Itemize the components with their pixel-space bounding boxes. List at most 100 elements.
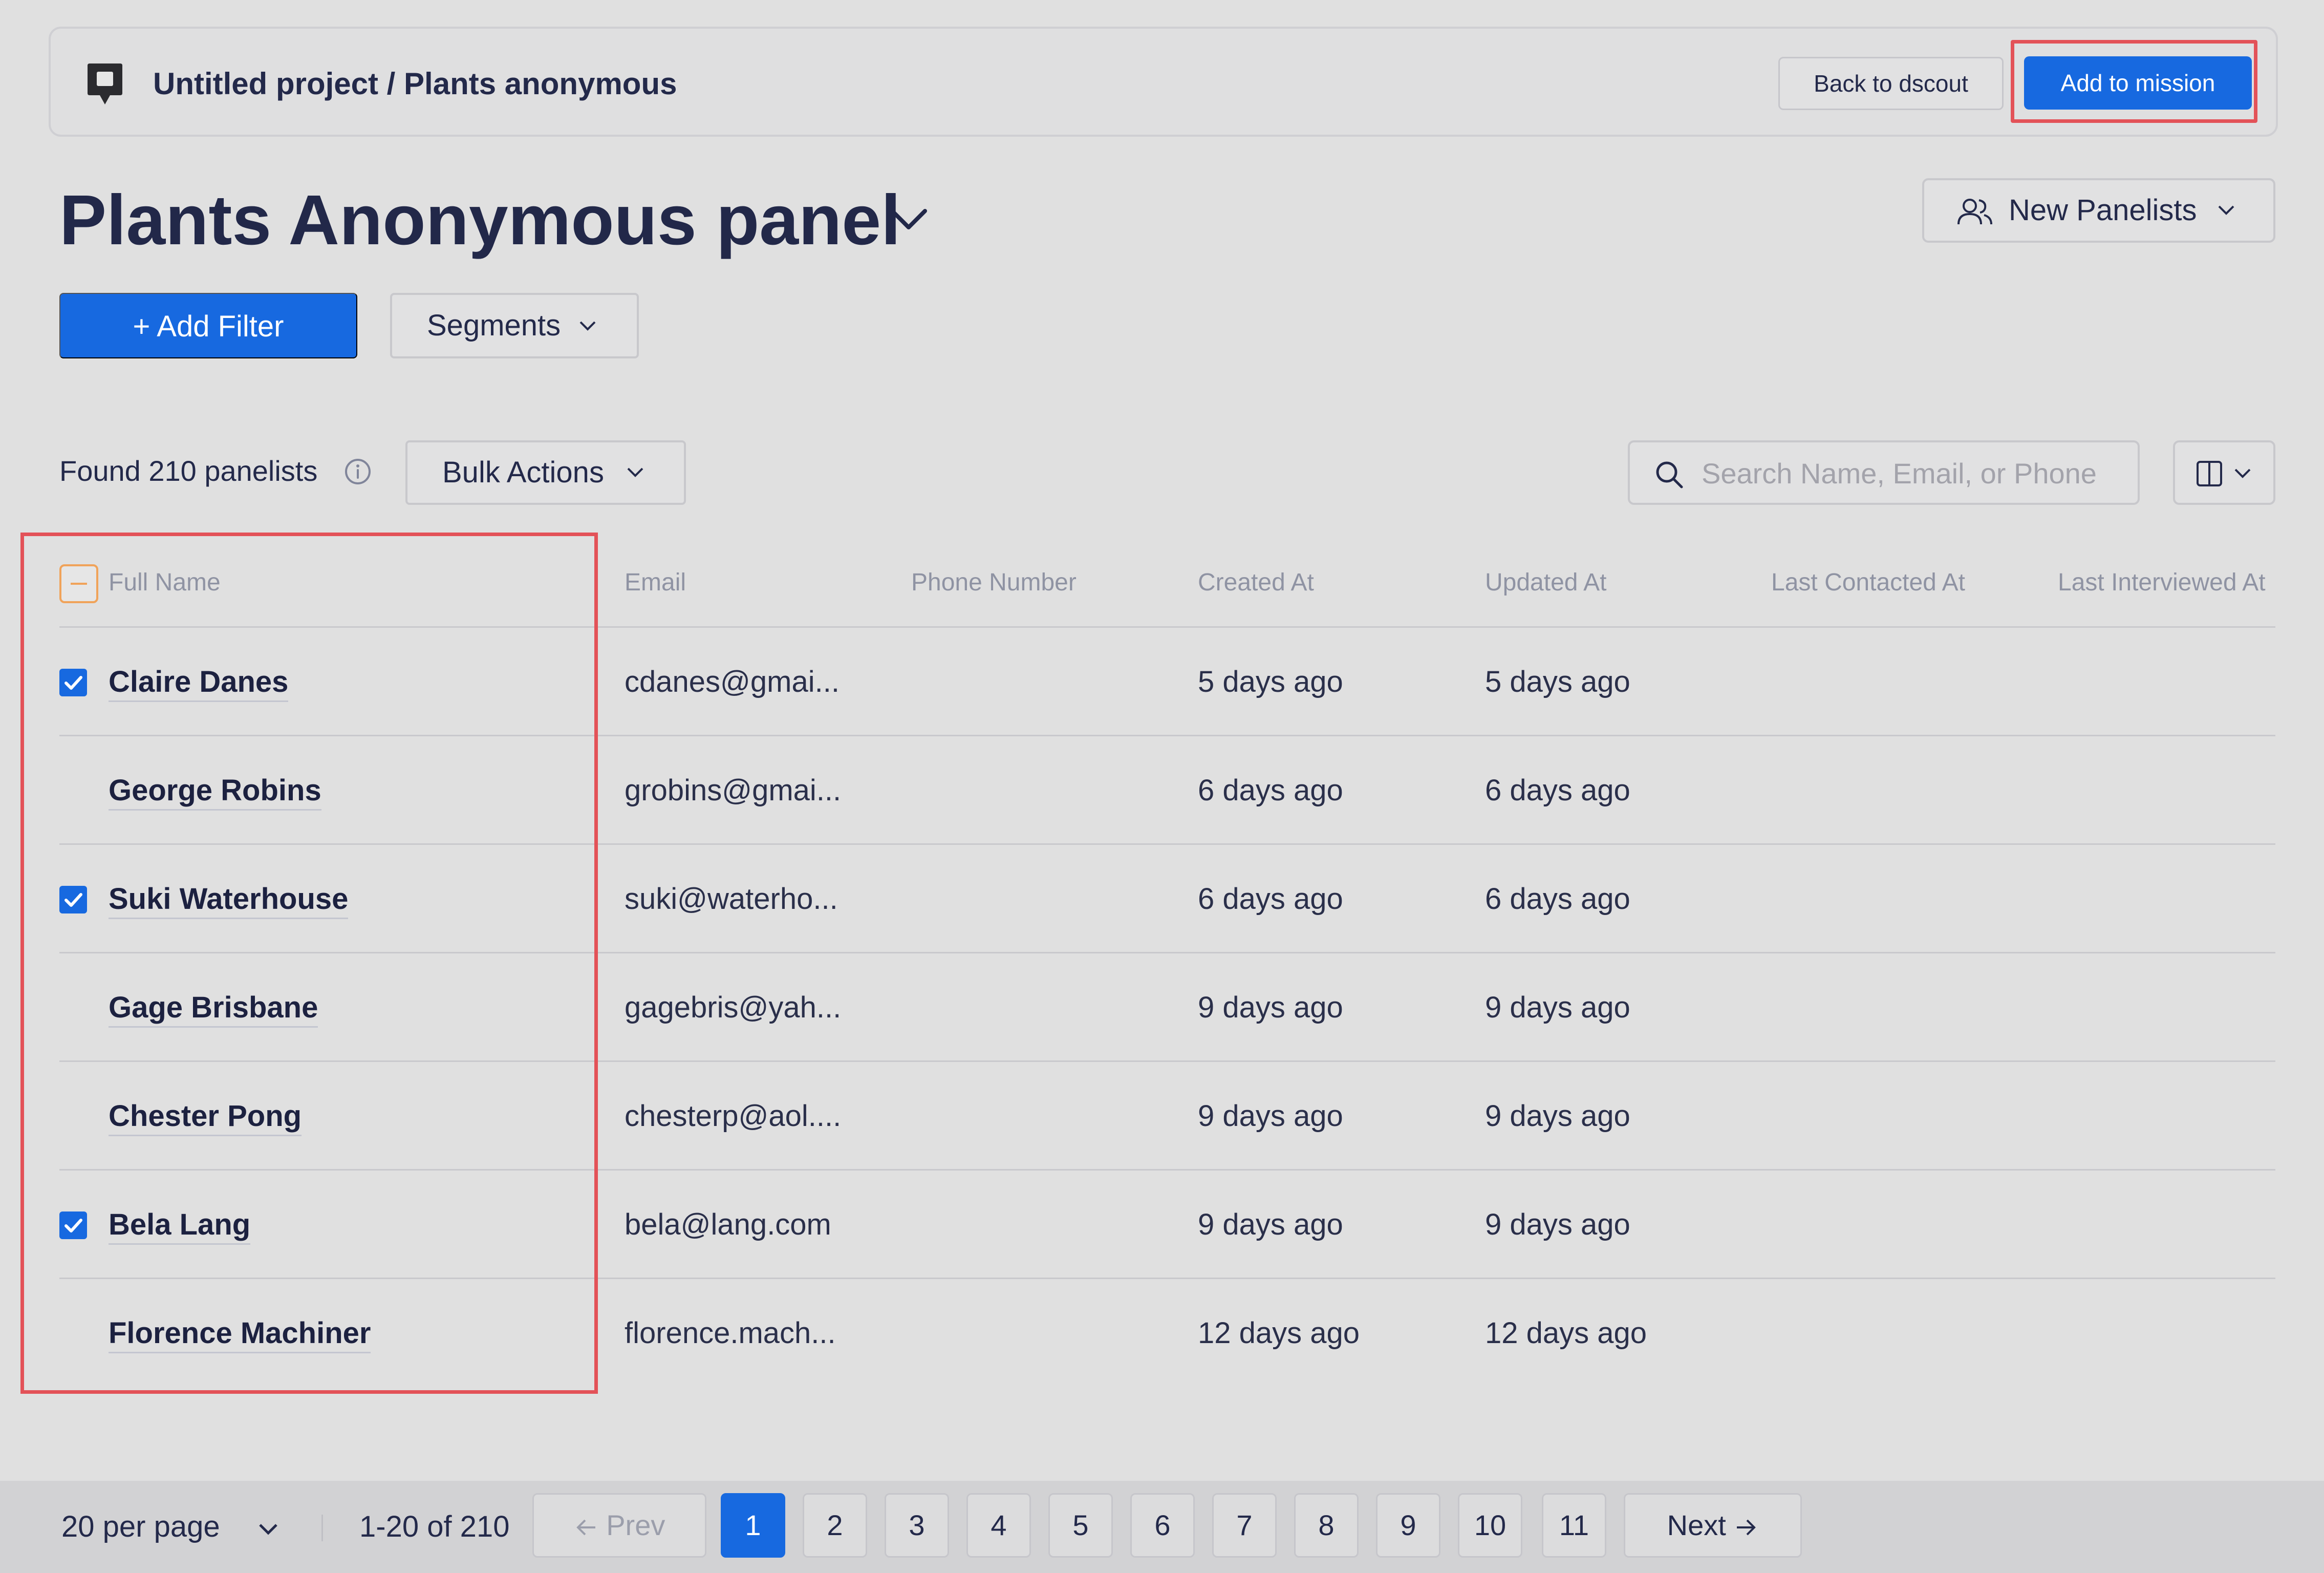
panelist-name-link[interactable]: Florence Machiner [109,1279,371,1388]
updated-at: 9 days ago [1485,1099,1630,1133]
bulk-actions-dropdown[interactable]: Bulk Actions [405,440,686,505]
table-row[interactable]: Chester Pong chesterp@aol.... 9 days ago 9 … [59,1062,2275,1171]
page-button-9[interactable]: 9 [1376,1493,1440,1558]
bulk-actions-label: Bulk Actions [442,456,604,489]
divider [321,1515,323,1541]
page-button-6[interactable]: 6 [1130,1493,1195,1558]
search-icon [1656,461,1683,488]
new-panelists-button[interactable]: New Panelists [1922,178,2275,243]
chevron-down-icon[interactable] [257,1522,279,1536]
panelist-name: Claire Danes [109,665,289,702]
columns-icon [2197,461,2222,486]
panelist-name-link[interactable]: Suki Waterhouse [109,845,349,953]
prev-label: Prev [606,1509,665,1541]
panelist-email: chesterp@aol.... [625,1099,842,1133]
top-bar: Untitled project / Plants anonymous Back… [49,27,2278,137]
panelist-name-link[interactable]: Chester Pong [109,1062,302,1171]
panelist-email: cdanes@gmai... [625,665,840,698]
page-button-2[interactable]: 2 [803,1493,867,1558]
page-button-10[interactable]: 10 [1458,1493,1522,1558]
panelist-name-link[interactable]: Bela Lang [109,1171,251,1279]
next-label: Next [1667,1509,1726,1541]
search-box [1628,440,2140,505]
page-button-7[interactable]: 7 [1212,1493,1277,1558]
column-header-email[interactable]: Email [625,553,880,628]
row-checkbox-checked[interactable] [59,669,87,696]
page-title: Plants Anonymous panel [59,181,901,260]
row-checkbox-checked[interactable] [59,1211,87,1239]
created-at: 9 days ago [1198,1208,1343,1241]
checkmark-icon [64,676,82,690]
page-button-11[interactable]: 11 [1542,1493,1606,1558]
table-header: Full Name Email Phone Number Created At … [59,553,2275,628]
column-header-full-name[interactable]: Full Name [109,553,569,628]
created-at: 9 days ago [1198,1099,1343,1133]
table-row[interactable]: Suki Waterhouse suki@waterho... 6 days ago… [59,845,2275,953]
page-button-4[interactable]: 4 [966,1493,1031,1558]
panelist-name-link[interactable]: Claire Danes [109,628,289,736]
segments-label: Segments [427,309,561,342]
column-header-last-contacted[interactable]: Last Contacted At [1771,553,2027,628]
page-range-text: 1-20 of 210 [359,1510,510,1543]
created-at: 12 days ago [1198,1316,1360,1350]
updated-at: 9 days ago [1485,991,1630,1024]
column-header-updated-at[interactable]: Updated At [1485,553,1741,628]
updated-at: 12 days ago [1485,1316,1647,1350]
table-row[interactable]: Gage Brisbane gagebris@yah... 9 days ago 9 … [59,953,2275,1062]
found-panelists-count: Found 210 panelists [59,455,318,487]
next-page-button[interactable]: Next [1624,1493,1802,1558]
panelist-name: Florence Machiner [109,1316,371,1353]
created-at: 6 days ago [1198,882,1343,916]
table-body: Claire Danes cdanes@gmai... 5 days ago 5 da… [59,628,2275,1388]
updated-at: 5 days ago [1485,665,1630,698]
panelist-name: George Robins [109,774,321,811]
pagination-bar: 20 per page 1-20 of 210 Prev 1 2 3 4 5 6 7 8 9 10 1… [0,1481,2324,1573]
updated-at: 6 days ago [1485,882,1630,916]
panelist-email: grobins@gmai... [625,774,842,807]
panelist-email: bela@lang.com [625,1208,831,1241]
segments-dropdown[interactable]: Segments [390,293,639,358]
panelists-table: Full Name Email Phone Number Created At … [59,553,2275,1388]
search-input[interactable] [1702,448,2126,499]
table-row[interactable]: Claire Danes cdanes@gmai... 5 days ago 5 da… [59,628,2275,736]
panelist-email: gagebris@yah... [625,991,842,1024]
page-button-1[interactable]: 1 [721,1493,785,1558]
chat-bubble-icon [88,63,122,104]
updated-at: 6 days ago [1485,774,1630,807]
column-settings-button[interactable] [2173,440,2275,505]
people-icon [1957,199,1992,225]
panelist-name: Gage Brisbane [109,991,318,1028]
chevron-down-icon[interactable] [888,204,929,235]
info-icon[interactable] [344,458,372,485]
created-at: 6 days ago [1198,774,1343,807]
back-to-dscout-button[interactable]: Back to dscout [1778,57,2004,110]
updated-at: 9 days ago [1485,1208,1630,1241]
arrow-left-icon [576,1519,595,1536]
add-filter-button[interactable]: + Add Filter [59,293,357,358]
panelist-name-link[interactable]: Gage Brisbane [109,953,318,1062]
panelist-name-link[interactable]: George Robins [109,736,321,845]
row-checkbox-checked[interactable] [59,886,87,913]
page-button-5[interactable]: 5 [1048,1493,1113,1558]
created-at: 5 days ago [1198,665,1343,698]
add-to-mission-button[interactable]: Add to mission [2024,56,2252,110]
table-row[interactable]: Florence Machiner florence.mach... 12 days… [59,1279,2275,1388]
column-header-created-at[interactable]: Created At [1198,553,1454,628]
chevron-down-icon [627,467,643,477]
panelist-name: Suki Waterhouse [109,882,349,919]
prev-page-button[interactable]: Prev [532,1493,706,1558]
table-row[interactable]: George Robins grobins@gmai... 6 days ago 6 … [59,736,2275,845]
select-all-checkbox[interactable] [59,564,98,603]
chevron-down-icon [2218,205,2234,215]
column-header-last-interviewed[interactable]: Last Interviewed At [2058,553,2275,628]
panelist-name: Chester Pong [109,1099,302,1136]
checkmark-icon [64,893,82,907]
per-page-select[interactable]: 20 per page [61,1502,220,1551]
page-button-3[interactable]: 3 [885,1493,949,1558]
panelist-name: Bela Lang [109,1208,251,1245]
table-row[interactable]: Bela Lang bela@lang.com 9 days ago 9 days a… [59,1171,2275,1279]
column-header-phone[interactable]: Phone Number [911,553,1167,628]
page-button-8[interactable]: 8 [1294,1493,1359,1558]
panelist-email: suki@waterho... [625,882,838,916]
breadcrumb[interactable]: Untitled project / Plants anonymous [153,63,677,104]
